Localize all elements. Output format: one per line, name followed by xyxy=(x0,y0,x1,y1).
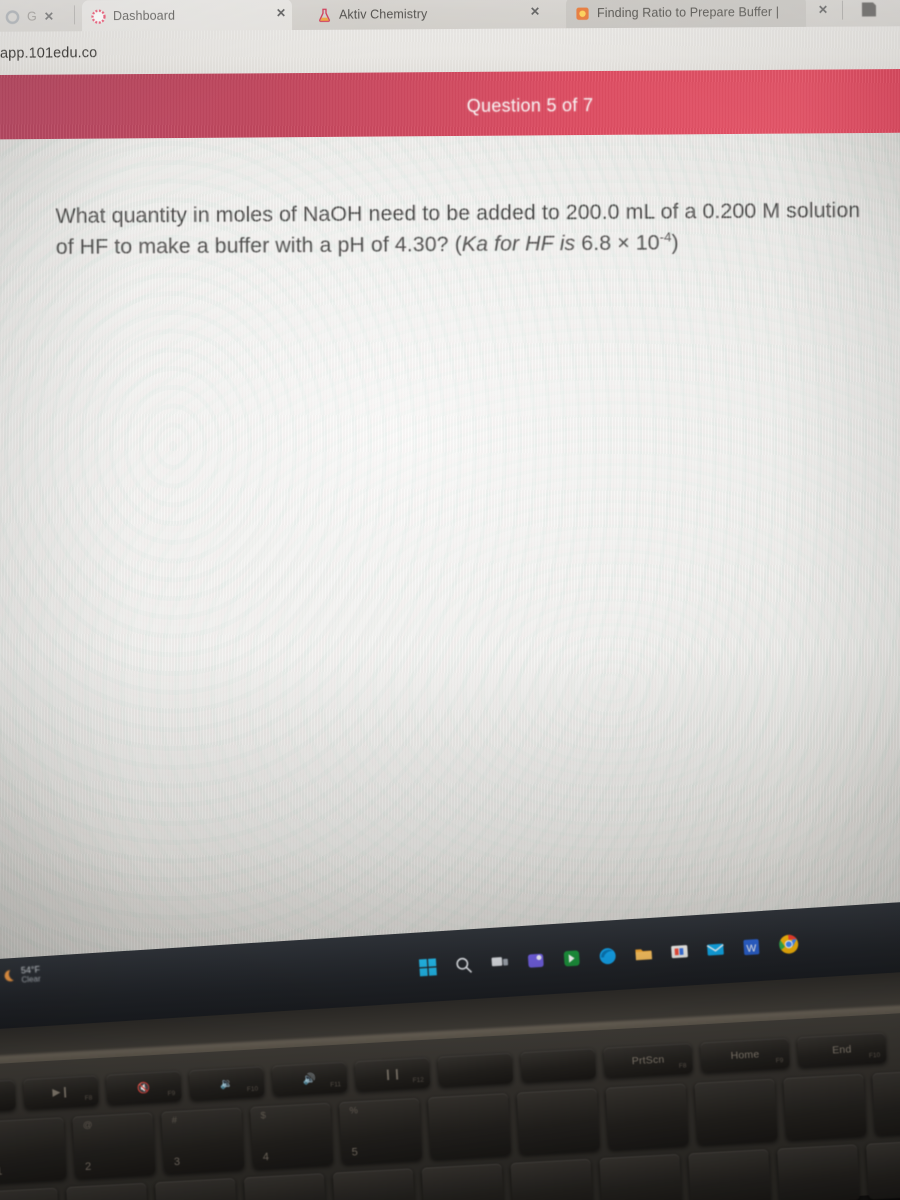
key-sub-label: @ xyxy=(82,1119,93,1132)
tab-divider-2 xyxy=(841,0,844,20)
browser-tab-aktiv-chemistry[interactable]: Aktiv Chemistry xyxy=(308,0,508,31)
key-8[interactable] xyxy=(605,1083,689,1150)
key-fn-label: F9 xyxy=(775,1057,784,1065)
windows-logo-icon[interactable] xyxy=(418,957,438,977)
key-sub-label: % xyxy=(349,1105,359,1117)
key-f7[interactable]: ▶❙ F8 xyxy=(23,1075,99,1110)
key-main-label: 5 xyxy=(351,1146,359,1159)
key-fn-label: F8 xyxy=(84,1094,93,1102)
question-line-1: What quantity in moles of NaOH need to b… xyxy=(55,199,697,228)
key-fn-label: F11 xyxy=(330,1081,342,1089)
key-fn-label: F12 xyxy=(412,1076,425,1085)
key-2[interactable]: @ 2 xyxy=(72,1112,156,1179)
tab-close-icon[interactable]: ✕ xyxy=(44,9,54,23)
store-icon[interactable] xyxy=(669,941,689,961)
key-esc[interactable]: Esc xyxy=(0,1079,16,1114)
key-4[interactable]: $ 4 xyxy=(250,1102,334,1169)
key-bracket[interactable] xyxy=(865,1139,900,1200)
word-icon[interactable]: W xyxy=(741,937,761,957)
taskbar-icon-row: W xyxy=(418,933,801,979)
key-fn-label: F9 xyxy=(167,1090,176,1098)
key-7[interactable] xyxy=(516,1088,600,1155)
browser-tab-label: G xyxy=(26,9,37,24)
key-fn-label: F10 xyxy=(246,1085,259,1094)
question-ka-value: 6.8 × 10 xyxy=(581,230,660,256)
key-label: Esc xyxy=(0,1090,15,1104)
key-f11-pause[interactable]: ❙❙ F12 xyxy=(354,1057,431,1092)
tab-close-icon-finding-ratio[interactable]: ✕ xyxy=(818,3,828,17)
key-f8-mute[interactable]: 🔇 F9 xyxy=(106,1070,182,1105)
google-icon xyxy=(5,9,20,24)
key-minus[interactable] xyxy=(872,1069,900,1136)
aktiv-flask-icon xyxy=(319,8,330,22)
key-end[interactable]: End F10 xyxy=(797,1032,887,1068)
tab-close-icon-aktiv[interactable]: ✕ xyxy=(530,4,540,18)
key-sub-label: $ xyxy=(260,1110,267,1122)
key-f12[interactable] xyxy=(437,1052,514,1087)
key-0[interactable] xyxy=(783,1073,867,1141)
key-p[interactable] xyxy=(777,1144,861,1200)
key-r[interactable] xyxy=(243,1173,327,1200)
mail-icon[interactable] xyxy=(705,939,725,959)
key-3[interactable]: # 3 xyxy=(161,1107,245,1174)
key-main-label: 4 xyxy=(262,1151,270,1164)
tab-divider xyxy=(73,5,76,25)
address-bar-url[interactable]: app.101edu.co xyxy=(0,45,97,62)
key-y[interactable] xyxy=(421,1163,505,1200)
key-home[interactable]: Home F9 xyxy=(700,1037,790,1073)
taskbar-weather-widget[interactable]: 54°F Clear xyxy=(0,964,41,986)
key-t[interactable] xyxy=(332,1168,416,1200)
question-counter: Question 5 of 7 xyxy=(466,95,594,116)
browser-tab-dashboard[interactable]: Dashboard xyxy=(81,0,293,33)
key-f10-volup[interactable]: 🔊 F11 xyxy=(271,1061,348,1096)
browser-tab-google[interactable]: G ✕ xyxy=(0,0,66,32)
key-prtscn[interactable]: PrtScn F8 xyxy=(603,1043,693,1078)
laptop-screen-photo: G ✕ Dashboard ✕ Aktiv Chemistry ✕ Findin… xyxy=(0,0,900,1200)
browser-tab-finding-ratio[interactable]: Finding Ratio to Prepare Buffer | xyxy=(565,0,807,30)
key-o[interactable] xyxy=(688,1149,772,1200)
key-main-label: 2 xyxy=(84,1160,92,1174)
teams-icon[interactable] xyxy=(526,950,546,970)
chegg-icon xyxy=(576,7,589,20)
new-tab-icon[interactable] xyxy=(858,0,880,21)
key-fn-label: F10 xyxy=(868,1051,881,1060)
search-icon[interactable] xyxy=(454,955,474,975)
key-5[interactable]: % 5 xyxy=(338,1097,423,1165)
key-e[interactable] xyxy=(155,1177,238,1200)
moon-icon xyxy=(4,970,14,982)
weather-condition: Clear xyxy=(21,974,41,985)
browser-tab-label: Finding Ratio to Prepare Buffer | xyxy=(596,5,780,21)
edge-icon[interactable] xyxy=(598,946,618,966)
question-text: What quantity in moles of NaOH need to b… xyxy=(55,195,865,263)
question-ka-italic: Ka for HF xyxy=(461,231,554,256)
key-main-label: 3 xyxy=(173,1155,181,1169)
question-line-3-is: is xyxy=(559,231,576,256)
question-ka-exponent: -4 xyxy=(659,229,672,245)
key-i[interactable] xyxy=(599,1153,683,1200)
folder-icon[interactable] xyxy=(633,943,653,963)
key-f13[interactable] xyxy=(520,1048,597,1083)
svg-text:W: W xyxy=(746,943,757,955)
key-fn-label: F8 xyxy=(678,1062,687,1070)
key-1[interactable]: ! 1 xyxy=(0,1117,67,1184)
key-f9-voldown[interactable]: 🔉 F10 xyxy=(189,1066,265,1101)
key-main-label: 1 xyxy=(0,1165,3,1178)
task-view-icon[interactable] xyxy=(490,952,510,972)
browser-tab-label: Dashboard xyxy=(112,8,176,24)
key-9[interactable] xyxy=(694,1078,778,1145)
question-page: What quantity in moles of NaOH need to b… xyxy=(0,132,900,970)
xbox-icon[interactable] xyxy=(562,948,582,968)
question-close-paren: ) xyxy=(671,230,679,255)
tab-close-icon-dashboard[interactable]: ✕ xyxy=(276,6,286,20)
chrome-icon[interactable] xyxy=(777,933,800,956)
key-sub-label: # xyxy=(171,1115,178,1127)
key-q[interactable] xyxy=(0,1187,61,1200)
key-w[interactable] xyxy=(66,1182,150,1200)
key-6[interactable] xyxy=(427,1093,512,1160)
key-u[interactable] xyxy=(510,1158,594,1200)
aktiv-dashboard-icon xyxy=(91,9,106,24)
browser-tab-label: Aktiv Chemistry xyxy=(338,7,428,22)
